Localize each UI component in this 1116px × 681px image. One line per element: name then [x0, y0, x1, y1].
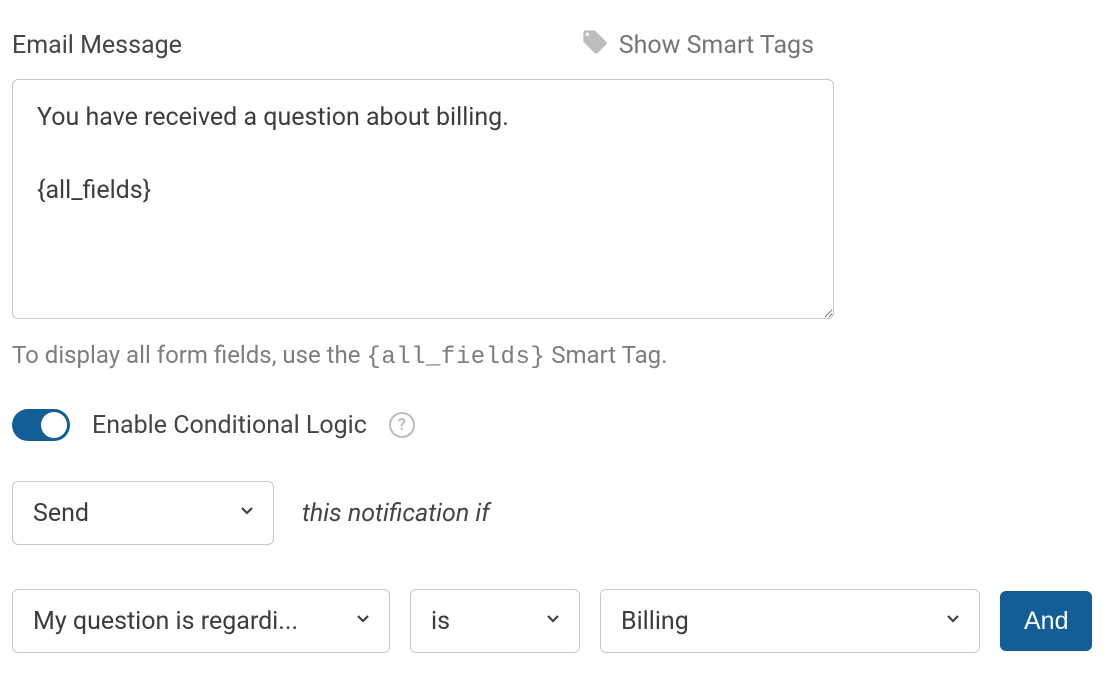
- email-message-label: Email Message: [12, 31, 182, 60]
- help-icon[interactable]: ?: [389, 412, 415, 438]
- rule-value-select[interactable]: Billing: [600, 589, 980, 653]
- helper-suffix: Smart Tag.: [545, 341, 667, 369]
- tag-icon: [581, 28, 609, 63]
- rule-operator-select[interactable]: is: [410, 589, 580, 653]
- rule-operator-value: is: [431, 607, 450, 636]
- email-message-textarea[interactable]: [12, 79, 834, 319]
- show-smart-tags-link[interactable]: Show Smart Tags: [581, 28, 814, 63]
- helper-code: {all_fields}: [366, 344, 545, 371]
- chevron-down-icon: [943, 607, 963, 636]
- chevron-down-icon: [353, 607, 373, 636]
- toggle-knob: [41, 412, 67, 438]
- show-smart-tags-text: Show Smart Tags: [619, 31, 814, 60]
- and-button[interactable]: And: [1000, 591, 1092, 651]
- action-select-value: Send: [33, 499, 89, 528]
- helper-text: To display all form fields, use the {all…: [12, 341, 1104, 371]
- conditional-logic-label: Enable Conditional Logic: [92, 411, 367, 440]
- rule-value-text: Billing: [621, 607, 689, 636]
- chevron-down-icon: [543, 607, 563, 636]
- action-suffix-text: this notification if: [302, 499, 490, 528]
- rule-field-select[interactable]: My question is regardi...: [12, 589, 390, 653]
- conditional-logic-toggle[interactable]: [12, 409, 70, 441]
- action-select[interactable]: Send: [12, 481, 274, 545]
- rule-field-value: My question is regardi...: [33, 607, 298, 636]
- helper-prefix: To display all form fields, use the: [12, 341, 366, 369]
- chevron-down-icon: [237, 499, 257, 528]
